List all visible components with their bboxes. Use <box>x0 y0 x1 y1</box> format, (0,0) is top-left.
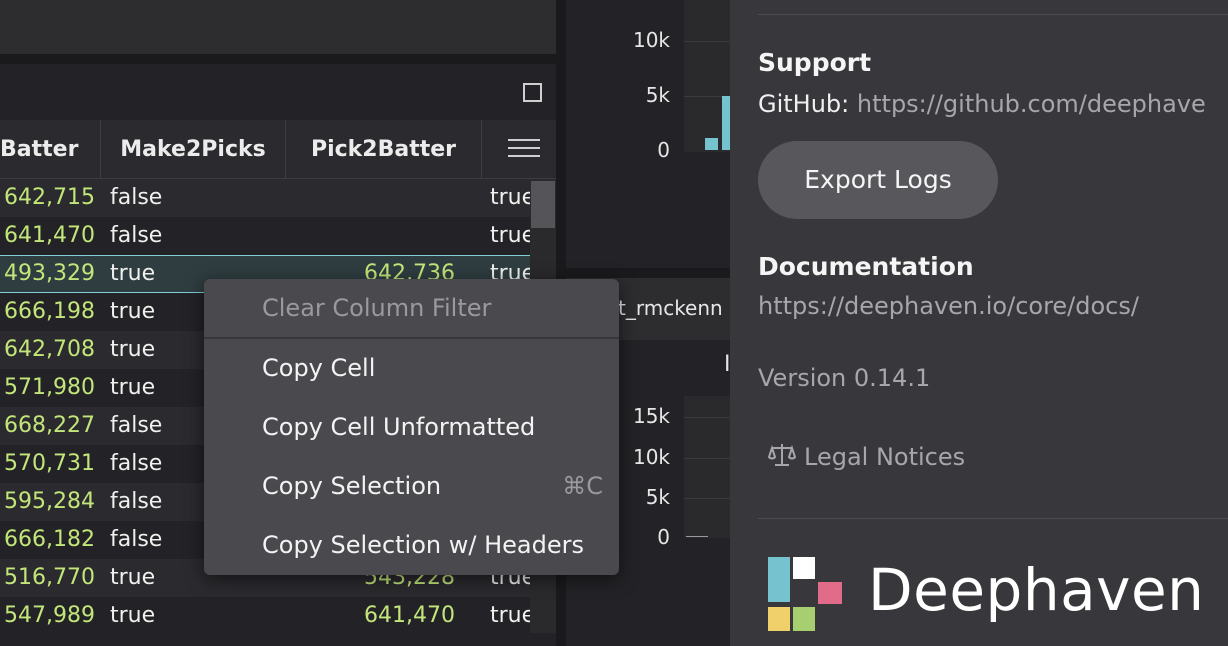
scale-icon <box>767 444 797 466</box>
y-tick-label: 10k <box>632 28 670 52</box>
cell-make2picks[interactable]: false <box>110 217 162 255</box>
gridline <box>684 417 730 418</box>
table-row[interactable]: 642,715 false true <box>0 179 530 217</box>
version-text: Version 0.14.1 <box>758 364 931 392</box>
y-tick-label: 15k <box>632 404 670 428</box>
y-tick-label: 0 <box>657 138 670 162</box>
column-menu-icon[interactable] <box>508 139 540 159</box>
histogram-bar <box>722 96 730 150</box>
cell-batter[interactable]: 641,470 <box>4 217 95 255</box>
cell-batter[interactable]: 570,731 <box>4 445 95 483</box>
tab-label[interactable]: t_rmckenn <box>618 296 723 320</box>
menu-item-copy-selection[interactable]: Copy Selection ⌘C <box>204 459 619 513</box>
scrollbar-thumb[interactable] <box>531 181 555 228</box>
legal-notices-link[interactable]: Legal Notices <box>767 442 966 471</box>
cell-batter[interactable]: 493,329 <box>4 255 95 293</box>
cell-make2picks[interactable]: false <box>110 483 162 521</box>
cell-batter[interactable]: 516,770 <box>4 559 95 597</box>
deephaven-logo-icon <box>768 557 842 631</box>
shortcut-label: ⌘C <box>562 472 603 500</box>
gridline <box>684 41 730 42</box>
context-menu: Clear Column Filter Copy Cell Copy Cell … <box>204 279 619 575</box>
histogram-bar <box>686 536 708 537</box>
menu-separator <box>204 337 619 339</box>
github-row: GitHub: https://github.com/deephave <box>758 90 1206 118</box>
menu-item-label: Clear Column Filter <box>262 294 492 322</box>
cell-next-column[interactable]: true <box>490 597 530 633</box>
column-header-make2picks[interactable]: Make2Picks <box>101 120 286 179</box>
y-tick-label: 0 <box>657 525 670 549</box>
documentation-link[interactable]: https://deephaven.io/core/docs/ <box>758 292 1139 320</box>
divider <box>758 14 1228 15</box>
menu-item-copy-cell[interactable]: Copy Cell <box>204 341 619 395</box>
cell-batter[interactable]: 668,227 <box>4 407 95 445</box>
export-logs-button[interactable]: Export Logs <box>758 141 998 219</box>
gridline <box>684 498 730 499</box>
cell-next-column[interactable]: true <box>490 217 530 255</box>
maximize-icon[interactable] <box>523 83 542 102</box>
gridline <box>684 458 730 459</box>
histogram-bar <box>705 138 718 150</box>
cell-batter[interactable]: 642,715 <box>4 179 95 217</box>
table-row[interactable]: 547,989 true 641,470 true <box>0 597 530 633</box>
cell-make2picks[interactable]: true <box>110 559 155 597</box>
cell-make2picks[interactable]: false <box>110 407 162 445</box>
table-panel-header <box>0 64 556 120</box>
cell-make2picks[interactable]: true <box>110 255 155 293</box>
menu-item-label: Copy Selection <box>262 472 442 500</box>
documentation-title: Documentation <box>758 252 974 281</box>
grid-footer <box>0 633 556 646</box>
github-link[interactable]: https://github.com/deephave <box>857 90 1206 118</box>
github-label: GitHub: <box>758 90 850 118</box>
column-header-pick2batter[interactable]: Pick2Batter <box>286 120 482 179</box>
top-panel-strip <box>0 0 556 54</box>
cell-make2picks[interactable]: true <box>110 597 155 633</box>
column-header-batter[interactable]: Batter <box>0 120 101 179</box>
cell-pick2batter[interactable]: 641,470 <box>364 597 455 633</box>
cell-batter[interactable]: 666,198 <box>4 293 95 331</box>
deephaven-wordmark: Deephaven <box>868 556 1205 624</box>
menu-item-label: Copy Cell <box>262 354 376 382</box>
y-tick-label: 5k <box>645 485 670 509</box>
cell-make2picks[interactable]: true <box>110 331 155 369</box>
cell-next-column[interactable]: true <box>490 179 530 217</box>
legal-notices-label: Legal Notices <box>804 443 966 471</box>
cell-make2picks[interactable]: false <box>110 521 162 559</box>
y-tick-label: 5k <box>645 83 670 107</box>
support-title: Support <box>758 48 872 77</box>
cell-batter[interactable]: 642,708 <box>4 331 95 369</box>
panel-gap <box>0 54 556 64</box>
cell-make2picks[interactable]: true <box>110 293 155 331</box>
menu-item-copy-cell-unformatted[interactable]: Copy Cell Unformatted <box>204 400 619 454</box>
cell-batter[interactable]: 595,284 <box>4 483 95 521</box>
cell-make2picks[interactable]: false <box>110 445 162 483</box>
table-row[interactable]: 641,470 false true <box>0 217 530 255</box>
y-tick-label: 10k <box>632 445 670 469</box>
divider <box>758 518 1228 519</box>
cell-make2picks[interactable]: false <box>110 179 162 217</box>
menu-item-clear-column-filter[interactable]: Clear Column Filter <box>204 281 619 335</box>
menu-item-label: Copy Cell Unformatted <box>262 413 536 441</box>
cell-make2picks[interactable]: true <box>110 369 155 407</box>
cell-batter[interactable]: 571,980 <box>4 369 95 407</box>
menu-item-label: Copy Selection w/ Headers <box>262 531 584 559</box>
cell-batter[interactable]: 547,989 <box>4 597 95 633</box>
cell-batter[interactable]: 666,182 <box>4 521 95 559</box>
menu-item-copy-selection-with-headers[interactable]: Copy Selection w/ Headers <box>204 518 619 572</box>
